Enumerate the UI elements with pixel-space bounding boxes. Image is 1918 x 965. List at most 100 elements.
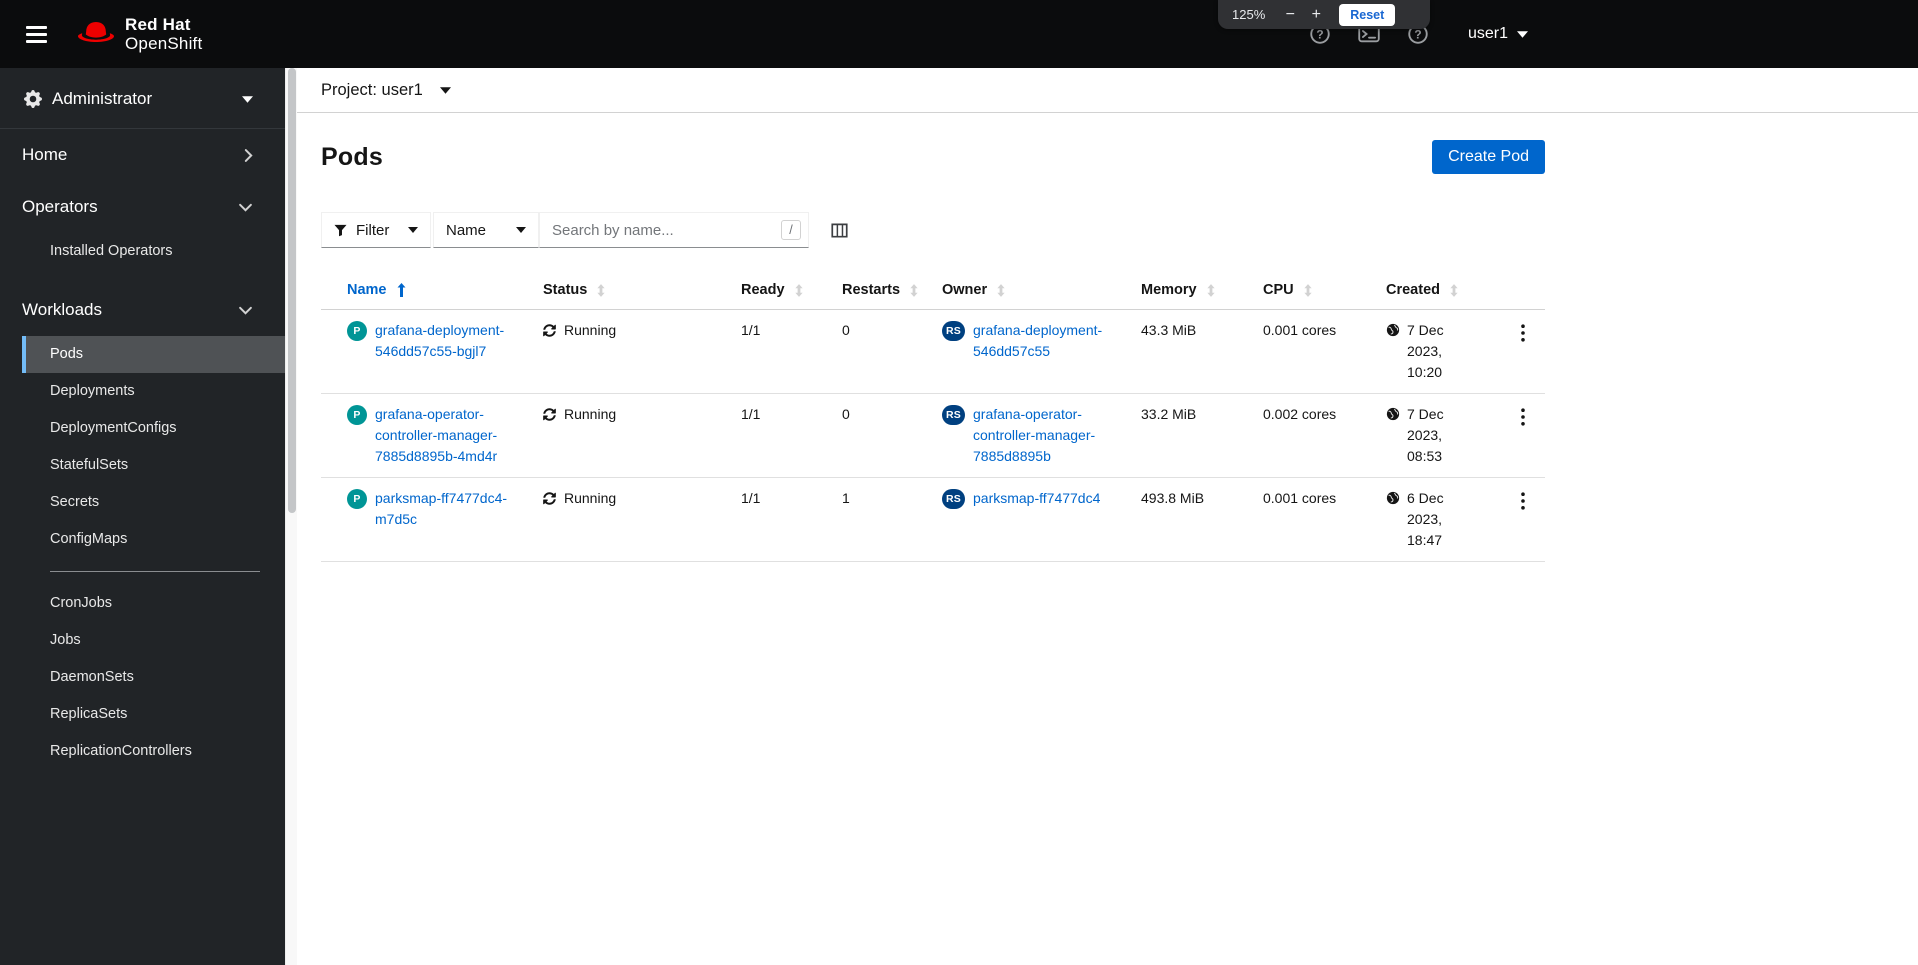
pods-table: Name Status Ready Restarts Owner Memory … — [321, 270, 1545, 562]
sort-icon — [909, 284, 919, 297]
status-text: Running — [564, 406, 617, 422]
caret-down-icon — [408, 227, 418, 233]
chevron-right-icon — [244, 148, 253, 163]
ready-cell: 1/1 — [741, 490, 761, 506]
workloads-subnav: Pods Deployments DeploymentConfigs State… — [0, 336, 285, 784]
sidebar-item-installed-operators[interactable]: Installed Operators — [0, 233, 285, 270]
username: user1 — [1467, 25, 1508, 42]
chevron-down-icon — [238, 306, 253, 315]
column-header-status[interactable]: Status — [527, 270, 725, 310]
globe-timestamp-icon — [1386, 407, 1400, 421]
ready-cell: 1/1 — [741, 322, 761, 338]
created-timestamp: 7 Dec 2023, 08:53 — [1407, 406, 1444, 464]
filter-funnel-icon — [334, 224, 347, 237]
project-selector[interactable]: Project: user1 — [297, 68, 1918, 113]
created-timestamp: 6 Dec 2023, 18:47 — [1407, 490, 1444, 548]
sidebar-item-cronjobs[interactable]: CronJobs — [0, 585, 285, 622]
pod-badge: P — [347, 489, 367, 509]
zoom-reset-button[interactable]: Reset — [1339, 3, 1396, 26]
sidebar-item-jobs[interactable]: Jobs — [0, 622, 285, 659]
pod-name-link[interactable]: grafana-operator-controller-manager-7885… — [375, 404, 511, 467]
replicaset-badge: RS — [942, 405, 965, 425]
sidebar-item-replicasets[interactable]: ReplicaSets — [0, 696, 285, 733]
sidebar-scrollbar — [285, 68, 297, 965]
create-pod-button[interactable]: Create Pod — [1432, 140, 1545, 174]
sync-running-icon — [543, 408, 556, 421]
sort-icon — [596, 284, 606, 297]
brand-logo[interactable]: Red Hat OpenShift — [76, 15, 202, 53]
user-menu[interactable]: user1 — [1468, 25, 1528, 43]
hamburger-icon — [25, 25, 47, 29]
sidebar-item-replicationcontrollers[interactable]: ReplicationControllers — [0, 733, 285, 770]
sidebar-item-workloads[interactable]: Workloads — [0, 284, 285, 336]
column-header-name[interactable]: Name — [321, 270, 527, 310]
nav-toggle-button[interactable] — [14, 12, 58, 56]
table-row: P grafana-deployment-546dd57c55-bgjl7 Ru… — [321, 310, 1545, 394]
pod-name-link[interactable]: parksmap-ff7477dc4-m7d5c — [375, 488, 511, 530]
sidebar-item-operators[interactable]: Operators — [0, 181, 285, 233]
perspective-label: Administrator — [52, 89, 153, 108]
operators-subnav: Installed Operators — [0, 233, 285, 284]
row-kebab-menu[interactable] — [1513, 490, 1533, 512]
nav-list: Home Operators Installed Operators Workl… — [0, 129, 285, 784]
sidebar-item-statefulsets[interactable]: StatefulSets — [0, 447, 285, 484]
memory-cell: 43.3 MiB — [1141, 322, 1197, 338]
sidebar-item-configmaps[interactable]: ConfigMaps — [0, 521, 285, 558]
column-header-restarts[interactable]: Restarts — [826, 270, 926, 310]
brand-line2: OpenShift — [125, 34, 203, 53]
table-header-row: Name Status Ready Restarts Owner Memory … — [321, 270, 1545, 310]
sidebar-item-daemonsets[interactable]: DaemonSets — [0, 659, 285, 696]
column-header-cpu[interactable]: CPU — [1247, 270, 1370, 310]
sidebar-item-deployments[interactable]: Deployments — [0, 373, 285, 410]
globe-timestamp-icon — [1386, 491, 1400, 505]
ready-cell: 1/1 — [741, 406, 761, 422]
owner-link[interactable]: grafana-operator-controller-manager-7885… — [973, 404, 1109, 467]
caret-down-icon — [516, 227, 526, 233]
filter-toolbar: Filter Name / — [321, 212, 1545, 248]
chevron-down-icon — [238, 203, 253, 212]
sort-icon — [996, 284, 1006, 297]
manage-columns-button[interactable] — [831, 222, 848, 239]
sidebar-item-home[interactable]: Home — [0, 129, 285, 181]
browser-zoom-bubble: 125% − + Reset — [1218, 0, 1430, 29]
replicaset-badge: RS — [942, 321, 965, 341]
main-content: Project: user1 Pods Create Pod Filter Na… — [297, 68, 1918, 965]
cpu-cell: 0.001 cores — [1263, 322, 1337, 338]
owner-link[interactable]: parksmap-ff7477dc4 — [973, 488, 1100, 509]
filter-dropdown[interactable]: Filter — [321, 212, 431, 248]
column-header-memory[interactable]: Memory — [1125, 270, 1247, 310]
gear-icon — [24, 90, 42, 108]
caret-down-icon — [440, 87, 451, 94]
column-header-actions — [1497, 270, 1545, 310]
zoom-out-button[interactable]: − — [1279, 6, 1301, 23]
column-header-ready[interactable]: Ready — [725, 270, 826, 310]
caret-down-icon — [1517, 31, 1528, 38]
owner-link[interactable]: grafana-deployment-546dd57c55 — [973, 320, 1109, 362]
sidebar-item-pods[interactable]: Pods — [0, 336, 285, 373]
nav-section-label: Workloads — [22, 300, 102, 319]
masthead: Red Hat OpenShift user1 — [0, 0, 1918, 68]
search-input[interactable] — [539, 212, 809, 248]
table-row: P grafana-operator-controller-manager-78… — [321, 394, 1545, 478]
search-attribute-dropdown[interactable]: Name — [433, 212, 539, 248]
column-header-owner[interactable]: Owner — [926, 270, 1125, 310]
nav-divider — [50, 571, 260, 572]
zoom-in-button[interactable]: + — [1305, 6, 1327, 23]
sidebar-item-deploymentconfigs[interactable]: DeploymentConfigs — [0, 410, 285, 447]
sidebar-item-secrets[interactable]: Secrets — [0, 484, 285, 521]
pod-name-link[interactable]: grafana-deployment-546dd57c55-bgjl7 — [375, 320, 511, 362]
row-kebab-menu[interactable] — [1513, 322, 1533, 344]
sort-icon — [794, 284, 804, 297]
replicaset-badge: RS — [942, 489, 965, 509]
search-wrapper: / — [539, 212, 809, 248]
scrollbar-thumb[interactable] — [288, 68, 296, 513]
kebab-icon — [1521, 492, 1525, 510]
column-header-created[interactable]: Created — [1370, 270, 1497, 310]
row-kebab-menu[interactable] — [1513, 406, 1533, 428]
restarts-cell: 0 — [842, 406, 850, 422]
sync-running-icon — [543, 324, 556, 337]
sort-icon — [1303, 284, 1313, 297]
pod-badge: P — [347, 405, 367, 425]
sidebar-nav: Administrator Home Operators Installed O… — [0, 68, 285, 965]
perspective-switcher[interactable]: Administrator — [0, 68, 285, 129]
